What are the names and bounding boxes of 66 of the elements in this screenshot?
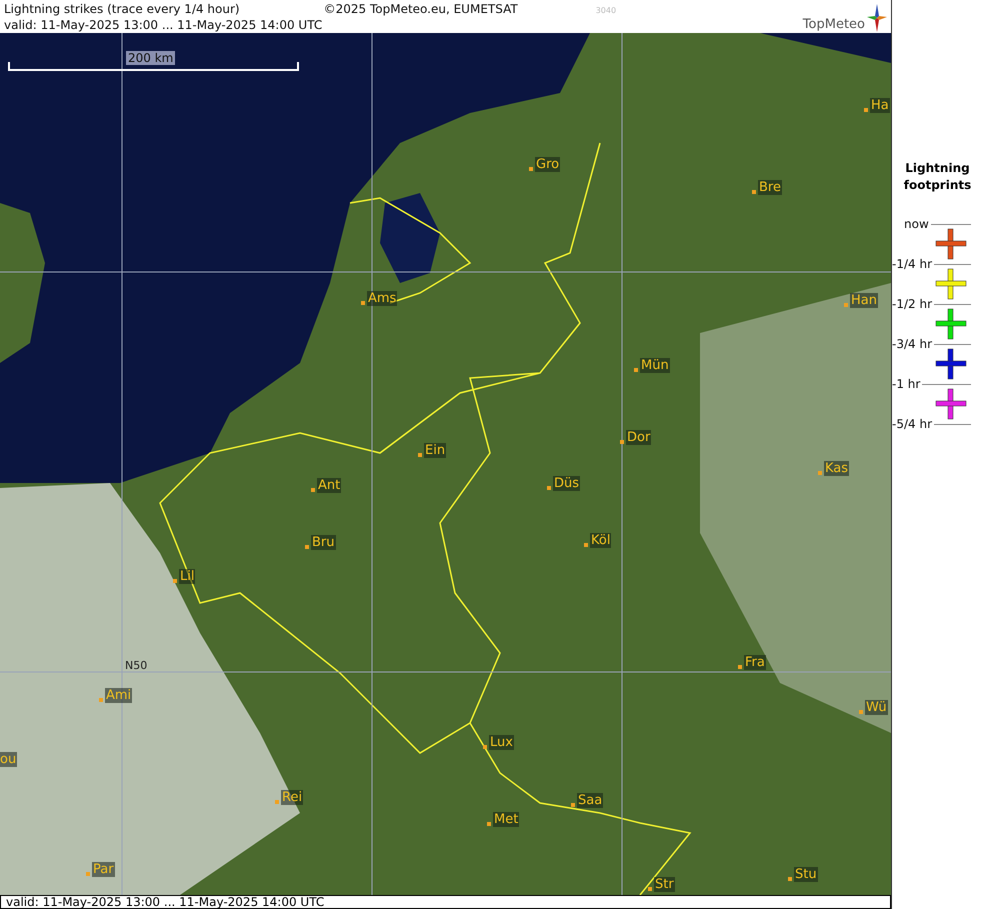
city-marker [483,745,487,749]
city-label: Par [92,862,115,877]
city-marker [305,545,309,549]
time-label: now [904,217,929,231]
city-label: Saa [577,793,604,808]
city-label: Bru [311,535,336,550]
city-label: Kas [824,461,850,476]
city-marker [571,803,575,807]
time-label: -1/4 hr [892,257,932,271]
satellite-map[interactable]: 200 km N50 Ha Gro Bre Ams Han Mün Dor Ein Kas Ant Düs Bru Köl Lil Fra Ami Wü Lux Rei Saa Met Par Stu Str ou [0,33,891,895]
city-label: ou [0,752,18,767]
city-label: Ant [317,478,342,493]
topmeteo-logo: TopMeteo [802,1,887,33]
compass-icon [867,4,887,32]
city-label: Lux [489,735,514,750]
city-marker [752,190,756,194]
city-marker [275,800,279,804]
city-label: Ein [424,443,446,458]
time-label: -3/4 hr [892,337,932,351]
time-label: -1/2 hr [892,297,932,311]
city-marker [620,440,624,444]
city-marker [818,471,822,475]
city-marker [86,872,90,876]
city-label: Stu [794,867,818,882]
city-label: Rei [281,790,304,805]
city-label: Mün [640,358,670,373]
city-label: Wü [865,700,888,715]
city-label: Lil [179,569,196,584]
city-label: Ha [870,98,890,113]
city-marker [864,108,868,112]
time-label: -5/4 hr [892,417,932,431]
city-marker [311,488,315,492]
time-label: -1 hr [892,377,920,391]
city-marker [788,877,792,881]
city-marker [648,887,652,891]
city-label: Bre [758,180,782,195]
city-label: Ams [367,291,398,306]
city-marker [99,698,103,702]
city-label: Ami [105,688,132,703]
city-label: Han [850,293,878,308]
city-marker [173,579,177,583]
scale-label: 200 km [126,51,176,65]
city-marker [738,665,742,669]
city-label: Str [654,877,675,892]
city-marker [634,368,638,372]
copyright-text: ©2025 TopMeteo.eu, EUMETSAT [324,1,518,17]
city-marker [487,822,491,826]
city-marker [844,303,848,307]
legend-title: Lightning footprints [902,160,972,194]
city-marker [529,167,533,171]
latitude-label: N50 [125,659,148,672]
city-label: Düs [553,476,580,491]
city-marker [418,453,422,457]
valid-time-text: valid: 11-May-2025 13:00 ... 11-May-2025 14:00 UTC [4,17,324,33]
city-label: Fra [744,655,766,670]
city-marker [859,710,863,714]
city-marker [547,486,551,490]
city-label: Gro [535,157,560,172]
map-title: Lightning strikes (trace every 1/4 hour) [4,1,240,17]
code-text: 3040 [596,6,616,15]
city-label: Köl [590,533,612,548]
city-marker [584,543,588,547]
valid-time-text: valid: 11-May-2025 13:00 ... 11-May-2025 14:00 UTC [6,896,324,908]
city-label: Dor [626,430,652,445]
city-label: Met [493,812,520,827]
city-marker [361,301,365,305]
